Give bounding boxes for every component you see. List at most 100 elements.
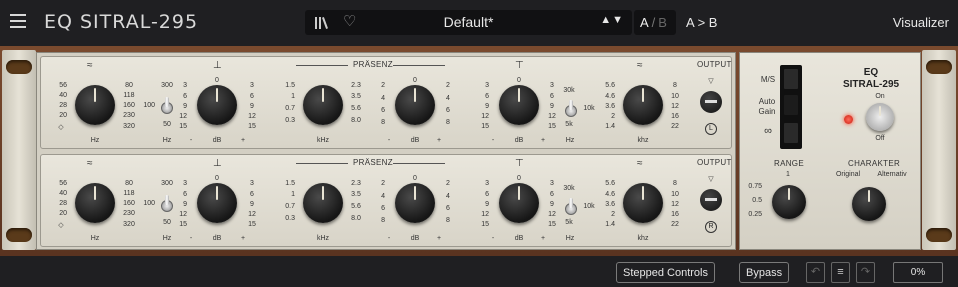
low-freq-tick: 118 xyxy=(123,92,135,99)
high-freq-knob[interactable] xyxy=(623,85,663,125)
hi-freq-switch[interactable] xyxy=(565,100,577,117)
low-shelf-icon: ≈ xyxy=(87,158,93,169)
copy-a-to-b-button[interactable]: A > B xyxy=(686,15,717,30)
high-freq-knob[interactable] xyxy=(623,183,663,223)
charakter-knob[interactable] xyxy=(852,187,886,221)
gain-tick: 9 xyxy=(183,103,187,110)
pres-gain-tick: 4 xyxy=(446,193,450,200)
hi-freq-tick: 1.4 xyxy=(605,221,615,228)
range-tick: 1 xyxy=(786,171,790,178)
hi-freq-tick: 12 xyxy=(671,201,679,208)
link-icon[interactable]: ∞ xyxy=(759,125,777,137)
hp-switch[interactable] xyxy=(161,97,173,114)
praesenz-label: PRÄSENZ xyxy=(353,60,393,69)
pres-gain-tick: 6 xyxy=(381,205,385,212)
low-freq-tick: 160 xyxy=(123,102,135,109)
pres-gain-tick: 2 xyxy=(381,180,385,187)
pres-freq-knob[interactable] xyxy=(303,183,343,223)
hp-tick: 100 xyxy=(143,200,155,207)
bypass-button[interactable]: Bypass xyxy=(739,262,790,283)
hi-switch-tick: 10k xyxy=(583,203,595,210)
hi-freq-switch[interactable] xyxy=(565,198,577,215)
hp-switch[interactable] xyxy=(161,195,173,212)
pres-freq-tick: 1 xyxy=(291,93,295,100)
hi-freq-tick: 16 xyxy=(671,211,679,218)
low-freq-knob[interactable] xyxy=(75,183,115,223)
preset-nav-arrows[interactable]: ▲▼ xyxy=(600,14,624,26)
low-gain-knob[interactable] xyxy=(197,183,237,223)
pres-gain-tick: 8 xyxy=(381,217,385,224)
hi-freq-tick: 16 xyxy=(671,113,679,120)
undo-icon[interactable]: ↶ xyxy=(806,262,825,283)
channel-badge: R xyxy=(705,221,717,233)
low-freq-tick: 80 xyxy=(125,82,133,89)
pres-gain-top: 0 xyxy=(413,77,417,84)
gain-tick: 6 xyxy=(250,93,254,100)
high-gain-knob[interactable] xyxy=(499,183,539,223)
rack-screw-slot xyxy=(6,60,32,74)
gain-tick: 6 xyxy=(183,93,187,100)
range-tick: 0.75 xyxy=(748,183,762,190)
gain-minus: - xyxy=(189,235,193,242)
pres-gain-knob[interactable] xyxy=(395,183,435,223)
gain-tick: 9 xyxy=(250,103,254,110)
ms-auto-gain-switch[interactable] xyxy=(780,65,802,149)
range-knob[interactable] xyxy=(772,185,806,219)
hi-gain-tick: 3 xyxy=(485,82,489,89)
high-cut-icon: ⊤ xyxy=(515,158,524,169)
preset-name[interactable]: Default* xyxy=(305,14,632,30)
pres-freq-knob[interactable] xyxy=(303,85,343,125)
pres-gain-tick: 4 xyxy=(381,193,385,200)
hi-switch-tick: 10k xyxy=(583,105,595,112)
output-arrow-icon: ▽ xyxy=(708,78,714,85)
low-freq-min-symbol: ◇ xyxy=(58,222,64,229)
rack-ear-right xyxy=(922,50,956,250)
ab-a-label[interactable]: A xyxy=(640,15,649,30)
pres-gain-tick: 6 xyxy=(446,107,450,114)
low-freq-unit: Hz xyxy=(90,137,100,144)
pres-gain-knob[interactable] xyxy=(395,85,435,125)
hp-tick: 50 xyxy=(163,121,171,128)
pres-gain-tick: 6 xyxy=(446,205,450,212)
praesenz-line xyxy=(393,163,445,164)
power-toggle[interactable] xyxy=(866,103,894,131)
hi-gain-tick: 15 xyxy=(548,123,556,130)
charakter-original: Original xyxy=(835,171,861,178)
low-cut-icon: ⊥ xyxy=(213,158,222,169)
low-cut-icon: ⊥ xyxy=(213,60,222,71)
pres-freq-tick: 8.0 xyxy=(351,215,361,222)
app-title: EQ SITRAL-295 xyxy=(44,11,199,33)
redo-icon[interactable]: ↷ xyxy=(856,262,875,283)
high-gain-knob[interactable] xyxy=(499,85,539,125)
hi-gain-tick: 6 xyxy=(550,191,554,198)
ab-compare[interactable]: A / B xyxy=(634,10,676,35)
global-panel: M/S Auto Gain ∞ EQ SITRAL-295 On Off RAN… xyxy=(739,52,921,250)
high-shelf-icon: ≈ xyxy=(637,60,643,71)
pres-freq-tick: 5.6 xyxy=(351,203,361,210)
low-freq-knob[interactable] xyxy=(75,85,115,125)
low-gain-knob[interactable] xyxy=(197,85,237,125)
brand-line-2: SITRAL-295 xyxy=(842,79,900,90)
stepped-controls-button[interactable]: Stepped Controls xyxy=(616,262,715,283)
hi-freq-tick: 2 xyxy=(611,211,615,218)
low-freq-tick: 230 xyxy=(123,210,135,217)
history-icon[interactable]: ≡ xyxy=(831,262,850,283)
pres-freq-tick: 0.3 xyxy=(285,215,295,222)
pres-freq-tick: 0.3 xyxy=(285,117,295,124)
auto-gain-label: Auto xyxy=(758,97,776,106)
menu-icon[interactable] xyxy=(10,14,26,28)
low-freq-tick: 160 xyxy=(123,200,135,207)
output-label: OUTPUT xyxy=(697,60,732,69)
low-freq-unit: Hz xyxy=(90,235,100,242)
rack-screw-slot xyxy=(926,60,952,74)
output-button[interactable] xyxy=(700,91,722,113)
output-button[interactable] xyxy=(700,189,722,211)
hi-freq-tick: 8 xyxy=(673,180,677,187)
hi-freq-tick: 3.6 xyxy=(605,201,615,208)
visualizer-button[interactable]: Visualizer xyxy=(893,15,949,30)
hi-gain-tick: 3 xyxy=(550,82,554,89)
preset-browser[interactable]: ♡ Default* ▲▼ xyxy=(305,10,632,35)
ab-b-label[interactable]: B xyxy=(658,15,667,30)
low-freq-tick: 320 xyxy=(123,123,135,130)
gain-tick: 9 xyxy=(183,201,187,208)
